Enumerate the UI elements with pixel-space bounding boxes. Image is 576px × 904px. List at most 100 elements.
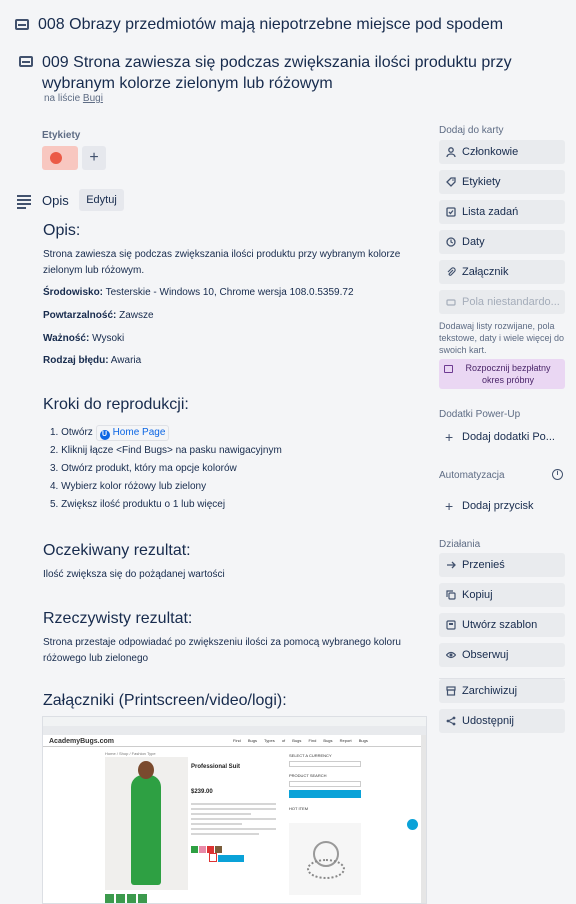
shot-quantity-highlight — [209, 853, 217, 862]
environment-line: Środowisko: Testerskie - Windows 10, Chr… — [43, 285, 423, 301]
steps-heading: Kroki do reprodukcji: — [43, 396, 189, 413]
shot-scrollbar — [421, 735, 426, 903]
checkbox-icon — [446, 207, 456, 217]
archive-button[interactable]: Zarchiwizuj — [439, 679, 565, 703]
severity-value: Wysoki — [92, 333, 125, 344]
actual-heading: Rzeczywisty rezultat: — [43, 610, 193, 627]
list-link[interactable]: Bugi — [83, 93, 103, 104]
description-label: Opis — [42, 193, 69, 208]
list-prefix: na liście — [44, 93, 81, 104]
shot-product-title: Professional Suit — [191, 764, 241, 770]
automation-heading: Automatyzacja — [439, 470, 505, 481]
plus-icon: + — [445, 429, 454, 445]
plus-icon: + — [445, 498, 454, 514]
card-title[interactable]: 009 Strona zawiesza się podczas zwiększa… — [42, 52, 512, 94]
shot-search-input — [289, 781, 361, 787]
labels-label: Etykiety — [462, 176, 501, 188]
shot-hot-heading: HOT ITEM — [289, 806, 309, 811]
labels-heading: Etykiety — [42, 130, 81, 141]
share-label: Udostępnij — [462, 715, 514, 727]
template-icon — [446, 620, 456, 630]
add-label-button[interactable]: + — [82, 146, 106, 170]
shot-color-swatches — [191, 840, 231, 853]
opis-text: Strona zawiesza się podczas zwiększania … — [43, 249, 401, 276]
arrow-right-icon — [447, 561, 456, 569]
browser-tabbar — [43, 717, 426, 726]
actual-text: Strona przestaje odpowiadać po zwiększen… — [43, 637, 401, 664]
shot-breadcrumb: Home / Shop / Fashion Type — [105, 751, 156, 756]
bug-type-line: Rodzaj błędu: Awaria — [43, 353, 423, 369]
repro-label: Powtarzalność: — [43, 310, 117, 321]
link-favicon-icon: U — [99, 430, 110, 440]
shot-brand: AcademyBugs.com — [49, 738, 114, 745]
share-button[interactable]: Udostępnij — [439, 709, 565, 733]
shot-product-price: $239.00 — [191, 789, 213, 795]
shot-search-heading: PRODUCT SEARCH — [289, 773, 327, 778]
card-icon — [15, 19, 29, 30]
add-powerups-button[interactable]: + Dodaj dodatki Po... — [439, 427, 565, 447]
checklist-button[interactable]: Lista zadań — [439, 200, 565, 224]
list-item: 5. Zwiększ ilość produktu o 1 lub więcej — [50, 499, 226, 510]
premium-icon — [444, 365, 453, 373]
start-trial-label: Rozpocznij bezpłatny okres próbny — [465, 363, 551, 385]
edit-description-button[interactable]: Edytuj — [79, 189, 124, 211]
copy-icon — [446, 590, 456, 600]
dates-label: Daty — [462, 236, 485, 248]
archive-icon — [446, 686, 456, 696]
labels-button[interactable]: Etykiety — [439, 170, 565, 194]
add-powerups-label: Dodaj dodatki Po... — [462, 431, 555, 443]
share-icon — [446, 716, 456, 726]
start-trial-button[interactable]: Rozpocznij bezpłatny okres próbny — [439, 359, 565, 389]
actions-heading: Działania — [439, 539, 481, 550]
field-icon — [446, 299, 456, 306]
shot-jewelry-image — [289, 823, 361, 895]
shot-product-text — [191, 803, 276, 838]
home-page-link[interactable]: U Home Page — [95, 425, 170, 441]
description-icon — [17, 195, 31, 211]
list-item: 4. Wybierz kolor różowy lub zielony — [50, 481, 207, 492]
shot-cart-badge — [407, 819, 418, 830]
add-button-button[interactable]: + Dodaj przycisk — [439, 496, 565, 516]
attachment-button[interactable]: Załącznik — [439, 260, 565, 284]
paperclip-icon — [447, 267, 456, 276]
repro-value: Zawsze — [119, 310, 154, 321]
custom-fields-button[interactable]: Pola niestandardo... — [439, 290, 565, 314]
make-template-label: Utwórz szablon — [462, 619, 538, 631]
shot-nav: Find Bugs Types of Bugs Find Bugs Report… — [233, 738, 368, 743]
label-color-dot — [50, 152, 62, 164]
add-to-card-heading: Dodaj do karty — [439, 125, 504, 136]
steps-list: 1. Otwórz U Home Page 2. Kliknij łącze <F… — [50, 424, 430, 514]
step1-prefix: 1. Otwórz — [50, 427, 93, 438]
list-item: 2. Kliknij łącze <Find Bugs> na pasku na… — [50, 445, 282, 456]
watch-button[interactable]: Obserwuj — [439, 643, 565, 667]
dates-button[interactable]: Daty — [439, 230, 565, 254]
previous-card-title[interactable]: 008 Obrazy przedmiotów mają niepotrzebne… — [38, 16, 503, 34]
shot-search-button — [289, 790, 361, 798]
severity-line: Ważność: Wysoki — [43, 331, 423, 347]
copy-button[interactable]: Kopiuj — [439, 583, 565, 607]
members-button[interactable]: Członkowie — [439, 140, 565, 164]
info-icon[interactable]: i — [552, 469, 563, 480]
custom-fields-note: Dodawaj listy rozwijane, pola tekstowe, … — [439, 321, 565, 355]
clock-icon — [446, 237, 456, 247]
move-button[interactable]: Przenieś — [439, 553, 565, 577]
archive-label: Zarchiwizuj — [462, 685, 518, 697]
environment-label: Środowisko: — [43, 287, 104, 298]
checklist-label: Lista zadań — [462, 206, 519, 218]
attachment-screenshot[interactable]: AcademyBugs.com Find Bugs Types of Bugs … — [42, 716, 427, 904]
user-icon — [446, 147, 456, 157]
powerups-heading: Dodatki Power-Up — [439, 409, 521, 420]
make-template-button[interactable]: Utwórz szablon — [439, 613, 565, 637]
tag-icon — [446, 177, 456, 187]
shot-currency-input — [289, 761, 361, 767]
custom-fields-label: Pola niestandardo... — [462, 296, 560, 308]
shot-currency-heading: SELECT A CURRENCY — [289, 753, 332, 758]
shot-add-to-cart — [218, 855, 244, 862]
repro-line: Powtarzalność: Zawsze — [43, 308, 423, 324]
list-item: 1. Otwórz U Home Page — [50, 424, 430, 442]
bug-type-value: Awaria — [110, 355, 142, 366]
label-chip[interactable] — [42, 146, 78, 170]
card-icon — [19, 56, 33, 67]
members-label: Członkowie — [462, 146, 519, 158]
list-item: 3. Otwórz produkt, który ma opcje koloró… — [50, 463, 237, 474]
